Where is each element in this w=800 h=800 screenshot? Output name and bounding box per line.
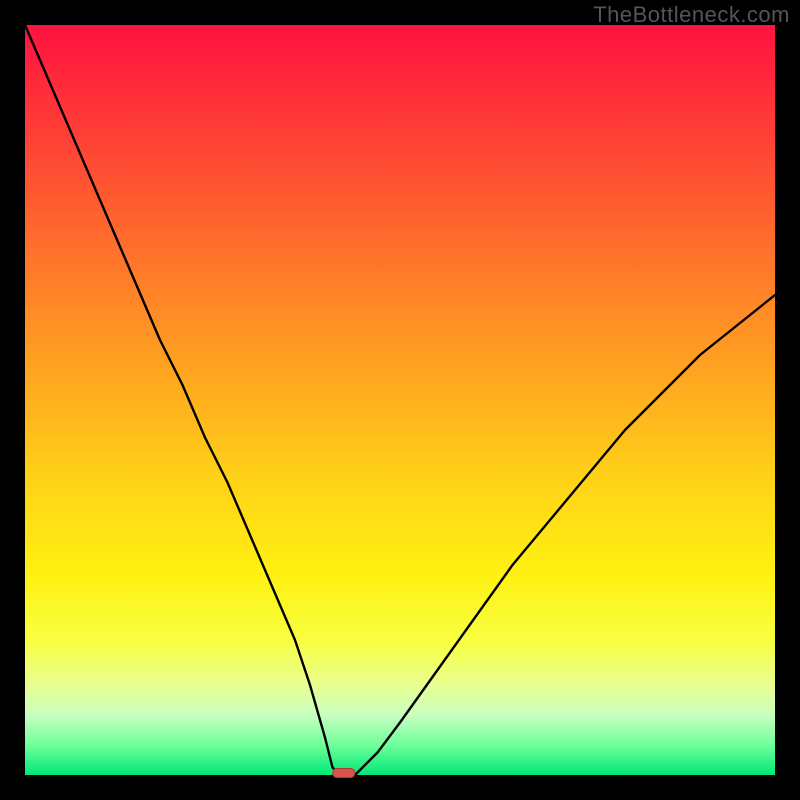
chart-frame: TheBottleneck.com — [0, 0, 800, 800]
optimum-marker — [333, 769, 355, 778]
chart-svg — [25, 25, 775, 775]
watermark-text: TheBottleneck.com — [593, 2, 790, 28]
plot-area — [25, 25, 775, 775]
bottleneck-curve — [25, 25, 775, 775]
